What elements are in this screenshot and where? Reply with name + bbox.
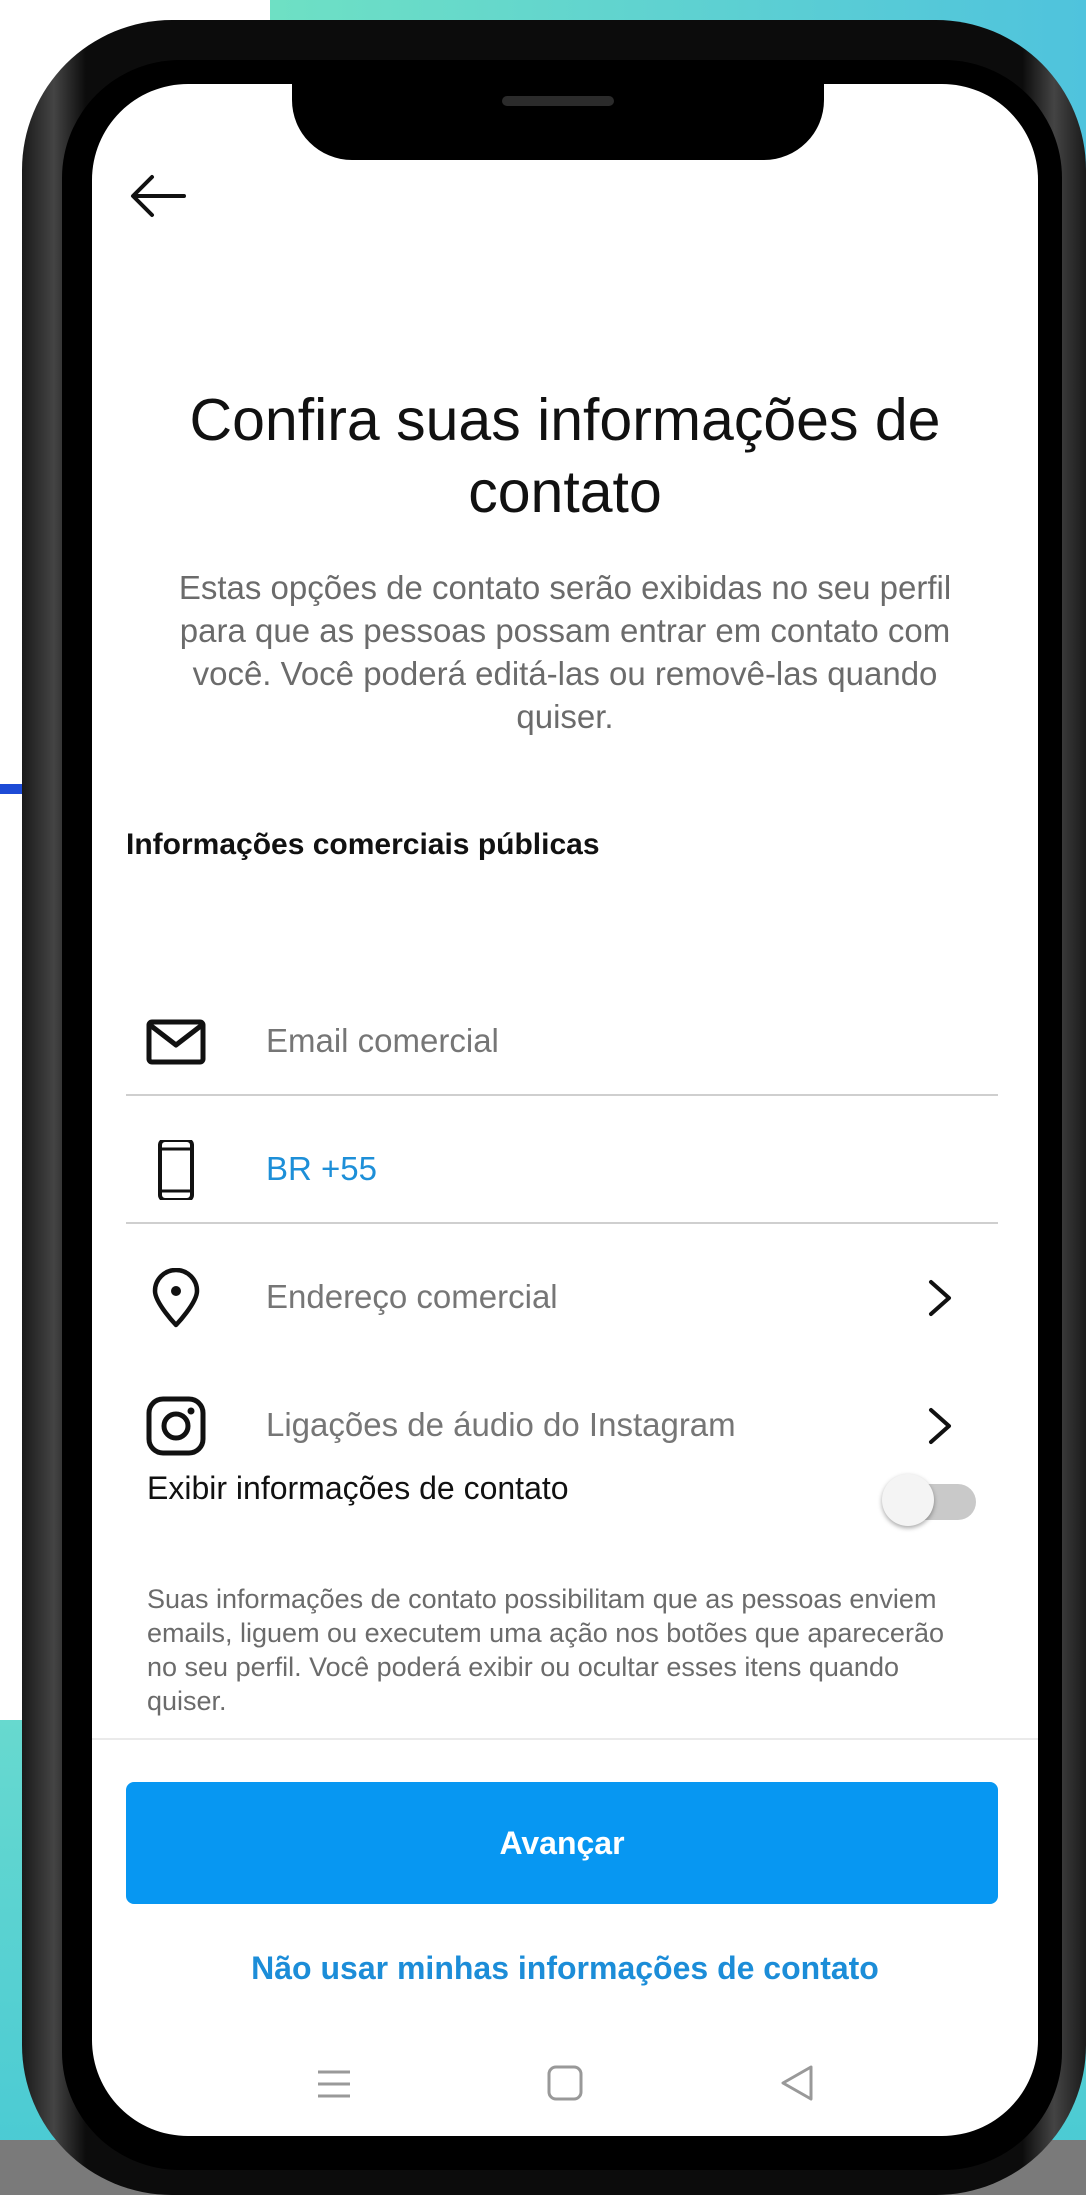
- email-field[interactable]: Email comercial: [126, 984, 998, 1096]
- instagram-calls-row[interactable]: Ligações de áudio do Instagram: [126, 1368, 998, 1478]
- show-contact-toggle[interactable]: [882, 1474, 978, 1526]
- speaker-grille: [502, 96, 614, 106]
- triangle-back-icon[interactable]: [767, 2054, 827, 2114]
- page-title: Confira suas informações de contato: [189, 387, 941, 525]
- square-home-icon[interactable]: [535, 2054, 595, 2114]
- instagram-icon: [146, 1396, 206, 1456]
- phone-country-code: BR +55: [266, 1150, 377, 1187]
- phone-screen: Confira suas informações de contato Esta…: [92, 84, 1038, 2136]
- contact-info-note: Suas informações de contato possibilitam…: [147, 1584, 944, 1716]
- phone-icon: [158, 1140, 194, 1200]
- mail-icon: [146, 1019, 206, 1065]
- phone-field[interactable]: BR +55: [126, 1112, 998, 1224]
- location-pin-icon: [152, 1268, 200, 1328]
- arrow-left-icon[interactable]: [126, 164, 190, 228]
- page-subtitle: Estas opções de contato serão exibidas n…: [178, 569, 952, 735]
- skip-contact-link[interactable]: Não usar minhas informações de contato: [92, 1950, 1038, 1987]
- email-field-placeholder: Email comercial: [266, 1022, 499, 1059]
- chevron-right-icon: [929, 1280, 951, 1316]
- footer-divider: [92, 1738, 1038, 1740]
- section-title: Informações comerciais públicas: [126, 828, 600, 861]
- next-button[interactable]: Avançar: [126, 1782, 998, 1904]
- chevron-right-icon: [929, 1408, 951, 1444]
- toggle-knob: [882, 1474, 934, 1526]
- instagram-calls-label: Ligações de áudio do Instagram: [266, 1406, 736, 1443]
- camera-notch: [292, 84, 824, 160]
- show-contact-label: Exibir informações de contato: [147, 1470, 569, 1506]
- background-blue-mark: [0, 784, 22, 794]
- address-row[interactable]: Endereço comercial: [126, 1240, 998, 1350]
- menu-lines-icon[interactable]: [304, 2054, 364, 2114]
- address-label: Endereço comercial: [266, 1278, 558, 1315]
- system-nav-bar: [92, 2044, 1038, 2114]
